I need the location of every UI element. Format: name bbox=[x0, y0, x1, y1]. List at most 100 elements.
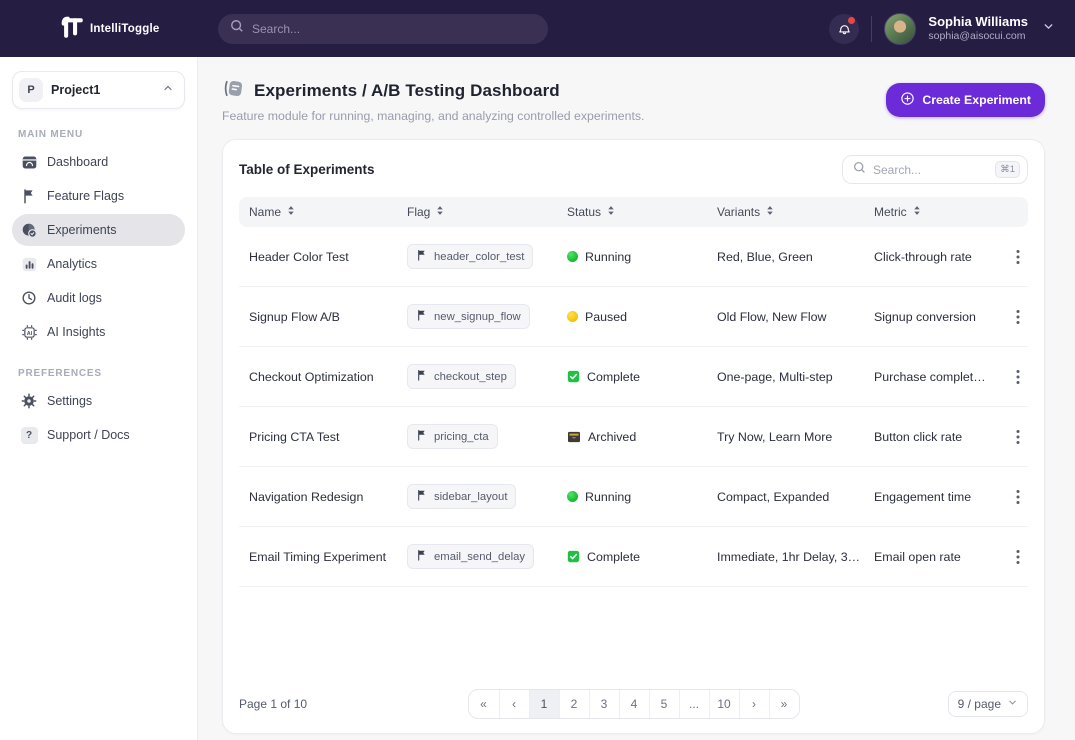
global-search bbox=[218, 14, 548, 44]
user-meta: Sophia Williams sophia@aisocui.com bbox=[928, 14, 1028, 42]
sidebar-item-feature-flags[interactable]: Feature Flags bbox=[12, 180, 185, 212]
sort-icon bbox=[766, 205, 774, 219]
sidebar-item-audit-logs[interactable]: Audit logs bbox=[12, 282, 185, 314]
user-name: Sophia Williams bbox=[928, 14, 1028, 30]
sidebar-item-settings[interactable]: Settings bbox=[12, 385, 185, 417]
table-row: Checkout Optimization checkout_step bbox=[239, 347, 1028, 407]
status-label: Running bbox=[585, 250, 631, 264]
sidebar-item-ai-insights[interactable]: AI AI Insights bbox=[12, 316, 185, 348]
column-header-metric[interactable]: Metric bbox=[864, 205, 987, 219]
row-actions-button[interactable] bbox=[1012, 545, 1024, 569]
page-size-select[interactable]: 9 / page bbox=[948, 691, 1028, 717]
project-selector[interactable]: P Project1 bbox=[12, 71, 185, 109]
chevron-down-icon bbox=[1007, 697, 1018, 711]
status-label: Archived bbox=[588, 430, 636, 444]
intellitoggle-logo-icon bbox=[58, 13, 84, 44]
page-subtitle: Feature module for running, managing, an… bbox=[222, 109, 644, 123]
pagination-page-2[interactable]: 2 bbox=[559, 690, 589, 718]
table-title: Table of Experiments bbox=[239, 162, 375, 177]
pagination-prev[interactable]: ‹ bbox=[499, 690, 529, 718]
flag-badge: checkout_step bbox=[407, 364, 516, 389]
pagination-first[interactable]: « bbox=[469, 690, 499, 718]
sidebar-item-analytics[interactable]: Analytics bbox=[12, 248, 185, 280]
notification-badge bbox=[848, 17, 855, 24]
pagination-page-3[interactable]: 3 bbox=[589, 690, 619, 718]
variants: Red, Blue, Green bbox=[707, 250, 864, 264]
table-row: Email Timing Experiment email_send_delay bbox=[239, 527, 1028, 587]
section-label-main-menu: MAIN MENU bbox=[18, 129, 185, 140]
row-actions-button[interactable] bbox=[1012, 365, 1024, 389]
page-size-value: 9 / page bbox=[958, 697, 1001, 711]
pagination-page-5[interactable]: 5 bbox=[649, 690, 679, 718]
row-actions-button[interactable] bbox=[1012, 425, 1024, 449]
status-cell: Complete bbox=[557, 550, 707, 564]
table-footer: Page 1 of 10 « ‹ 1 2 3 4 5 ... 10 › » 9 … bbox=[223, 677, 1044, 733]
sort-icon bbox=[607, 205, 615, 219]
pagination-page-1[interactable]: 1 bbox=[529, 690, 559, 718]
experiment-name: Signup Flow A/B bbox=[239, 310, 397, 324]
row-actions-button[interactable] bbox=[1012, 305, 1024, 329]
sidebar-item-dashboard[interactable]: Dashboard bbox=[12, 146, 185, 178]
table-row: Signup Flow A/B new_signup_flow bbox=[239, 287, 1028, 347]
table-search-input[interactable] bbox=[873, 163, 988, 177]
status-paused-icon bbox=[567, 311, 578, 322]
flag-icon bbox=[416, 369, 428, 384]
table-header-row: Name Flag Status Variants Metric bbox=[239, 197, 1028, 227]
avatar[interactable] bbox=[884, 13, 916, 45]
user-email: sophia@aisocui.com bbox=[928, 30, 1028, 43]
flag-icon bbox=[416, 249, 428, 264]
brand-name: IntelliToggle bbox=[90, 23, 159, 35]
pagination-ellipsis[interactable]: ... bbox=[679, 690, 709, 718]
flag-key: checkout_step bbox=[434, 371, 507, 383]
status-label: Complete bbox=[587, 370, 640, 384]
metric: Email open rate bbox=[864, 550, 987, 564]
table-row: Header Color Test header_color_test bbox=[239, 227, 1028, 287]
column-header-flag[interactable]: Flag bbox=[397, 205, 557, 219]
experiments-table-card: Table of Experiments ⌘1 Name Flag Status… bbox=[222, 139, 1045, 734]
status-cell: Paused bbox=[557, 310, 707, 324]
experiment-name: Email Timing Experiment bbox=[239, 550, 397, 564]
row-actions-button[interactable] bbox=[1012, 485, 1024, 509]
status-archived-icon bbox=[567, 431, 581, 443]
project-avatar: P bbox=[19, 78, 43, 102]
sidebar-item-label: Dashboard bbox=[47, 155, 108, 169]
flag-key: pricing_cta bbox=[434, 431, 489, 443]
column-header-name[interactable]: Name bbox=[239, 205, 397, 219]
create-experiment-label: Create Experiment bbox=[922, 93, 1031, 107]
pagination-last[interactable]: » bbox=[769, 690, 799, 718]
status-cell: Running bbox=[557, 490, 707, 504]
variants: One-page, Multi-step bbox=[707, 370, 864, 384]
status-complete-icon bbox=[567, 370, 580, 383]
main-content: Experiments / A/B Testing Dashboard Feat… bbox=[198, 57, 1075, 740]
status-complete-icon bbox=[567, 550, 580, 563]
column-header-variants[interactable]: Variants bbox=[707, 205, 864, 219]
sort-icon bbox=[913, 205, 921, 219]
status-cell: Complete bbox=[557, 370, 707, 384]
sidebar-item-support-docs[interactable]: ? Support / Docs bbox=[12, 419, 185, 451]
row-actions-button[interactable] bbox=[1012, 245, 1024, 269]
pagination-page-10[interactable]: 10 bbox=[709, 690, 739, 718]
pagination-next[interactable]: › bbox=[739, 690, 769, 718]
flag-icon bbox=[416, 309, 428, 324]
keyboard-shortcut-badge: ⌘1 bbox=[995, 161, 1020, 178]
search-icon bbox=[853, 161, 866, 179]
pagination-page-4[interactable]: 4 bbox=[619, 690, 649, 718]
sidebar-item-label: Support / Docs bbox=[47, 428, 130, 442]
search-icon bbox=[230, 19, 244, 38]
topbar: IntelliToggle Sophia Williams sophia@ais… bbox=[0, 0, 1075, 57]
column-header-status[interactable]: Status bbox=[557, 205, 707, 219]
status-cell: Running bbox=[557, 250, 707, 264]
create-experiment-button[interactable]: Create Experiment bbox=[886, 83, 1045, 117]
chevron-up-icon bbox=[162, 81, 174, 99]
metric: Engagement time bbox=[864, 490, 987, 504]
metric: Button click rate bbox=[864, 430, 987, 444]
variants: Compact, Expanded bbox=[707, 490, 864, 504]
sidebar-item-experiments[interactable]: Experiments bbox=[12, 214, 185, 246]
chevron-down-icon[interactable] bbox=[1042, 20, 1055, 38]
project-name: Project1 bbox=[51, 83, 154, 97]
flag-badge: sidebar_layout bbox=[407, 484, 516, 509]
global-search-input[interactable] bbox=[252, 22, 536, 36]
notifications-button[interactable] bbox=[829, 14, 859, 44]
experiment-name: Checkout Optimization bbox=[239, 370, 397, 384]
flag-key: new_signup_flow bbox=[434, 311, 521, 323]
